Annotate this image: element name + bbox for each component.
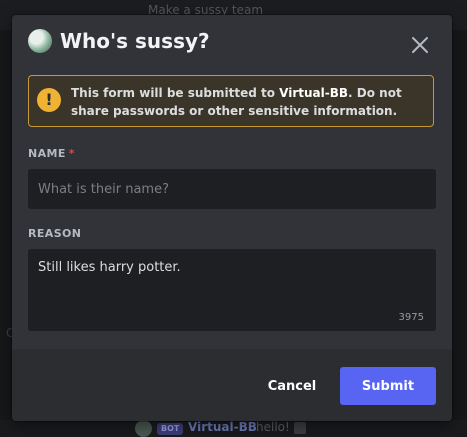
warning-icon: !: [37, 88, 61, 112]
required-marker: *: [68, 147, 75, 160]
cancel-button[interactable]: Cancel: [258, 367, 326, 405]
warning-banner: ! This form will be submitted to Virtual…: [28, 75, 434, 127]
close-icon: [412, 37, 428, 53]
reason-field-label: Reason: [28, 227, 81, 240]
warning-text: This form will be submitted to Virtual-B…: [71, 84, 427, 120]
modal-title: Who's sussy?: [60, 29, 210, 53]
reason-value: Still likes harry potter.: [38, 260, 181, 275]
modal-footer: Cancel Submit: [12, 349, 452, 421]
submit-button[interactable]: Submit: [340, 367, 436, 405]
modal-dialog: Who's sussy? ! This form will be submitt…: [12, 15, 452, 421]
app-avatar-icon: [28, 29, 52, 53]
background-message-author: Virtual-BB: [188, 420, 257, 434]
modal-header: Who's sussy?: [28, 29, 210, 53]
warning-text-prefix: This form will be submitted to: [71, 86, 280, 100]
name-input[interactable]: [28, 169, 436, 209]
bot-badge: BOT: [157, 423, 184, 435]
background-bot-avatar: [135, 420, 152, 437]
edit-icon: [294, 422, 306, 434]
close-button[interactable]: [408, 33, 432, 57]
warning-app-name: Virtual-BB: [279, 86, 349, 100]
reason-textarea[interactable]: Still likes harry potter. 3975: [28, 249, 436, 331]
character-counter: 3975: [398, 312, 424, 323]
background-message-text: hello!: [256, 420, 290, 434]
reason-label-text: Reason: [28, 227, 82, 240]
name-field-label: Name *: [28, 147, 75, 160]
name-label-text: Name: [28, 147, 66, 160]
